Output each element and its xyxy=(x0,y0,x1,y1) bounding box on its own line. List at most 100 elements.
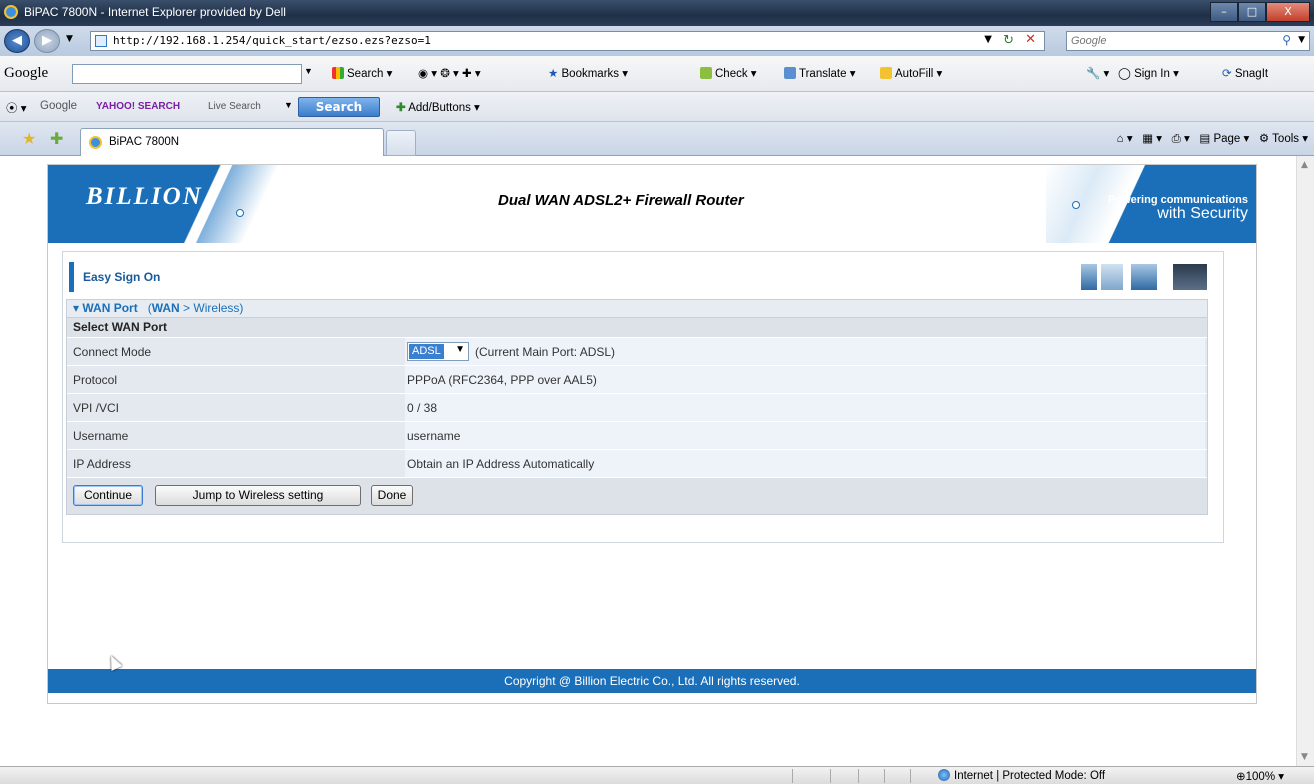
page-menu-button[interactable]: ▤ Page ▾ xyxy=(1199,133,1249,145)
browser-search-box[interactable]: ⚲ ▼ xyxy=(1066,31,1310,51)
globe-icon xyxy=(938,769,950,781)
vertical-scrollbar[interactable]: ▲ ▼ xyxy=(1296,156,1314,766)
ip-address-label: IP Address xyxy=(73,457,131,471)
command-bar: ⌂ ▾ ▦ ▾ ⎙ ▾ ▤ Page ▾ ⚙ Tools ▾ xyxy=(1117,131,1308,146)
toolbar-options-icon[interactable]: ⦿ ▾ xyxy=(6,100,26,116)
close-button[interactable]: X xyxy=(1266,2,1310,22)
window-titlebar: BiPAC 7800N - Internet Explorer provided… xyxy=(0,0,1314,26)
current-main-port-note: (Current Main Port: ADSL) xyxy=(475,345,616,359)
google-search-button[interactable]: Search ▾ xyxy=(332,66,392,80)
protocol-value: PPPoA (RFC2364, PPP over AAL5) xyxy=(407,373,597,387)
google-translate-button[interactable]: Translate ▾ xyxy=(784,66,855,80)
new-tab-button[interactable] xyxy=(386,130,416,156)
google-bookmarks-button[interactable]: ★ Bookmarks ▾ xyxy=(548,66,628,80)
billion-logo: BILLION xyxy=(86,183,203,210)
ie-logo-icon xyxy=(4,5,18,19)
jump-to-wireless-button[interactable]: Jump to Wireless setting xyxy=(155,485,361,506)
maximize-button[interactable]: □ xyxy=(1238,2,1266,22)
google-check-button[interactable]: Check ▾ xyxy=(700,66,757,80)
back-button[interactable]: ◀ xyxy=(4,29,30,53)
google-autofill-button[interactable]: AutoFill ▾ xyxy=(880,66,942,80)
google-search-icon xyxy=(332,67,344,79)
google-sign-in-button[interactable]: ◯ Sign In ▾ xyxy=(1118,66,1179,80)
print-icon[interactable]: ⎙ ▾ xyxy=(1172,133,1190,145)
page-icon xyxy=(95,35,107,47)
action-button-row: Continue Jump to Wireless setting Done xyxy=(67,478,1207,514)
username-value: username xyxy=(407,429,461,443)
recent-pages-dropdown[interactable]: ▼ xyxy=(66,34,73,44)
easy-sign-on-header: Easy Sign On xyxy=(69,262,1219,292)
slogan: Powering communications with Security xyxy=(1108,195,1248,222)
page-viewport: BILLION Dual WAN ADSL2+ Firewall Router … xyxy=(0,156,1296,766)
config-row-vpi-vci: VPI /VCI 0 / 38 xyxy=(67,394,1207,422)
favorites-star-icon[interactable]: ★ xyxy=(22,129,36,148)
autofill-icon xyxy=(880,67,892,79)
yahoo-provider-label: YAHOO! SEARCH xyxy=(96,101,181,112)
address-bar: ◀ ▶ ▼ http://192.168.1.254/quick_start/e… xyxy=(0,26,1314,56)
search-toolbar: ⦿ ▾ Google YAHOO! SEARCH Live Search ▼ S… xyxy=(0,92,1314,122)
search-icon[interactable]: ⚲ xyxy=(1282,33,1291,47)
tab-ie-icon xyxy=(89,136,102,149)
header-accent-bar xyxy=(69,262,74,292)
minimize-button[interactable]: – xyxy=(1210,2,1238,22)
wan-port-section-title: WAN Port xyxy=(82,301,138,315)
header-decoration-graphic xyxy=(1061,262,1211,292)
banner-dot-decoration xyxy=(236,209,244,217)
forward-button[interactable]: ▶ xyxy=(34,29,60,53)
add-favorites-icon[interactable]: ✚ xyxy=(50,129,63,148)
live-provider-label: Live Search xyxy=(208,101,261,112)
security-zone-text: Internet | Protected Mode: Off xyxy=(954,770,1106,782)
done-button[interactable]: Done xyxy=(371,485,413,506)
google-toolbar-search-input[interactable] xyxy=(72,64,302,84)
path-wan[interactable]: WAN xyxy=(152,301,180,315)
refresh-icon[interactable]: ↻ xyxy=(1003,33,1014,48)
google-settings-button[interactable]: 🔧 ▾ xyxy=(1086,66,1109,80)
banner-dot-decoration xyxy=(1072,201,1080,209)
connect-mode-select[interactable]: ADSL ▼ xyxy=(407,342,469,361)
wan-port-section-header[interactable]: ▾ WAN Port (WAN > Wireless) xyxy=(67,300,1207,318)
connect-mode-label: Connect Mode xyxy=(73,345,152,359)
snagit-button[interactable]: ⟳ SnagIt xyxy=(1222,66,1268,80)
scroll-up-arrow-icon[interactable]: ▲ xyxy=(1301,160,1308,170)
google-provider-label: Google xyxy=(40,100,78,112)
product-title: Dual WAN ADSL2+ Firewall Router xyxy=(498,192,744,209)
search-provider-dropdown-icon[interactable]: ▼ xyxy=(1298,35,1305,45)
provider-dropdown-icon[interactable]: ▼ xyxy=(284,100,293,110)
window-title: BiPAC 7800N - Internet Explorer provided… xyxy=(24,5,286,19)
path-separator: > xyxy=(183,301,191,315)
status-bar: Internet | Protected Mode: Off ⊕100% ▾ xyxy=(0,766,1314,784)
easy-sign-on-title: Easy Sign On xyxy=(83,270,161,284)
security-zone[interactable]: Internet | Protected Mode: Off xyxy=(938,769,1105,782)
protocol-label: Protocol xyxy=(73,373,118,387)
vpi-vci-label: VPI /VCI xyxy=(73,401,120,415)
url-dropdown-icon[interactable]: ▼ xyxy=(984,34,992,45)
connect-mode-selected[interactable]: ADSL xyxy=(409,344,444,359)
browser-search-input[interactable] xyxy=(1067,32,1267,50)
scroll-down-arrow-icon[interactable]: ▼ xyxy=(1301,752,1308,762)
url-field[interactable]: http://192.168.1.254/quick_start/ezso.ez… xyxy=(90,31,1045,51)
add-buttons-button[interactable]: ✚ Add/Buttons ▾ xyxy=(396,100,480,114)
google-toolbar-tool-icons[interactable]: ◉ ▾ ❂ ▾ ✚ ▾ xyxy=(418,66,481,80)
tab-label: BiPAC 7800N xyxy=(109,136,180,148)
chevron-down-icon[interactable]: ▼ xyxy=(455,344,465,355)
stop-icon[interactable]: ✕ xyxy=(1025,32,1036,47)
google-toolbar: Google ▼ Search ▾ ◉ ▾ ❂ ▾ ✚ ▾ ★ Bookmark… xyxy=(0,56,1314,92)
toolbar-search-button[interactable]: Search xyxy=(298,97,380,117)
tools-menu-button[interactable]: ⚙ Tools ▾ xyxy=(1259,133,1308,145)
window-controls: – □ X xyxy=(1210,2,1310,22)
router-page-frame: BILLION Dual WAN ADSL2+ Firewall Router … xyxy=(47,164,1257,704)
url-text[interactable]: http://192.168.1.254/quick_start/ezso.ez… xyxy=(113,34,431,47)
tab-bar: ★ ✚ BiPAC 7800N ⌂ ▾ ▦ ▾ ⎙ ▾ ▤ Page ▾ ⚙ T… xyxy=(0,122,1314,156)
google-logo[interactable]: Google xyxy=(4,65,48,82)
home-icon[interactable]: ⌂ ▾ xyxy=(1117,133,1133,145)
google-search-dropdown-icon[interactable]: ▼ xyxy=(304,66,313,76)
translate-icon xyxy=(784,67,796,79)
tab-bipac[interactable]: BiPAC 7800N xyxy=(80,128,384,156)
spellcheck-icon xyxy=(700,67,712,79)
feeds-icon[interactable]: ▦ ▾ xyxy=(1142,133,1162,145)
router-banner: BILLION Dual WAN ADSL2+ Firewall Router … xyxy=(48,165,1256,243)
zoom-level[interactable]: ⊕100% ▾ xyxy=(1236,769,1284,783)
select-wan-port-heading: Select WAN Port xyxy=(67,318,1207,338)
path-wireless[interactable]: Wireless xyxy=(193,301,239,315)
continue-button[interactable]: Continue xyxy=(73,485,143,506)
